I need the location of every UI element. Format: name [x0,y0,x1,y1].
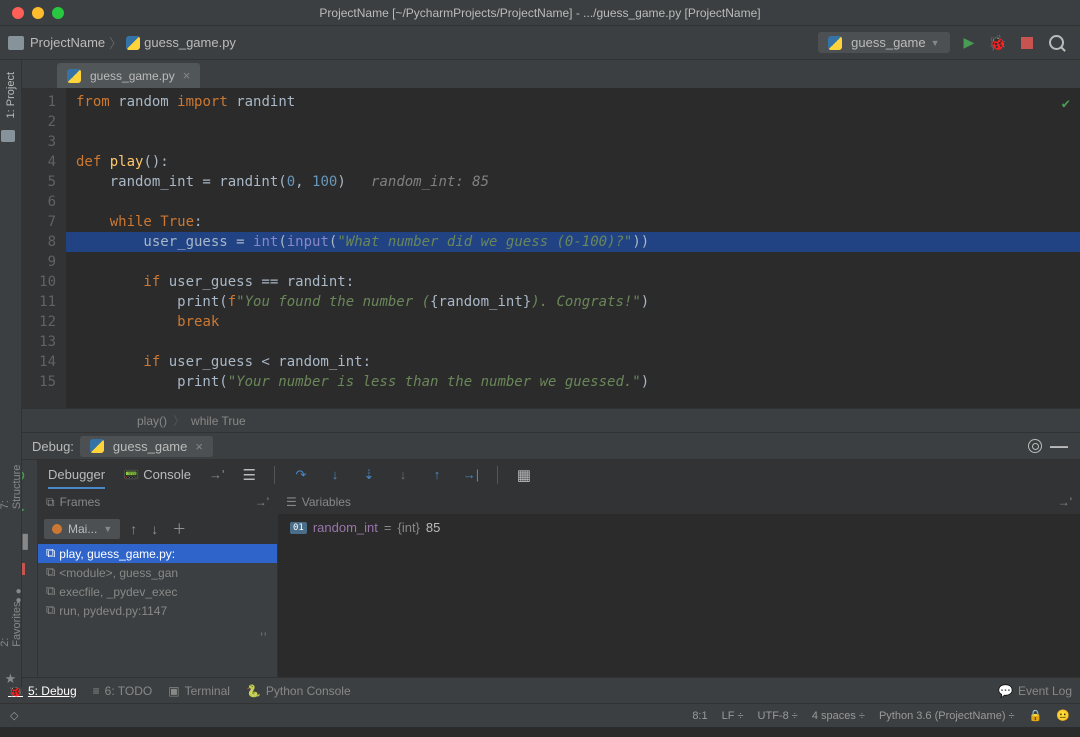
todo-tool-tab[interactable]: ≡6: TODO [93,684,153,698]
run-button[interactable]: ▶ [964,34,975,51]
editor-gutter[interactable]: 1234567 8 9101112131415 [22,88,66,408]
minimize-window-button[interactable] [32,7,44,19]
debugger-toolbar: Debugger 📟Console →' ☰ ↷ ↓ ⇣ ↓ ↑ →| ▦ [38,460,1080,490]
force-step-icon[interactable]: ↓ [395,467,411,483]
window-title: ProjectName [~/PycharmProjects/ProjectNa… [0,6,1080,20]
folder-icon [8,36,24,50]
frames-pane: ⧉ Frames →' Mai... ▼ ↑ ↓ ＋ [38,490,278,677]
frames-stack-icon: ⧉ [46,495,55,510]
crumb-function[interactable]: play() [137,414,167,428]
frame-item[interactable]: ⧉play, guess_game.py: [38,544,277,563]
caret-position[interactable]: 8:1 [692,710,707,722]
editor-tab-label: guess_game.py [90,69,175,83]
lock-icon[interactable]: 🔒 [1029,709,1043,722]
stop-button[interactable] [1021,37,1033,49]
python-console-tab[interactable]: 🐍Python Console [246,684,351,698]
line-separator[interactable]: LF ÷ [722,710,744,722]
thread-name: Mai... [68,522,97,536]
code-lines[interactable]: from random import randint def play(): r… [66,88,1080,408]
debug-button[interactable]: 🐞 [988,34,1007,52]
editor-tabs: guess_game.py × [22,60,1080,88]
folder-tool-icon[interactable] [1,130,15,142]
restore-layout-icon[interactable]: →' [1058,495,1072,509]
view-breakpoints-icon[interactable]: ●● [15,587,21,605]
close-window-button[interactable] [12,7,24,19]
add-frame-icon[interactable]: ＋ [168,517,190,541]
window-controls [12,7,64,19]
frames-toolbar: Mai... ▼ ↑ ↓ ＋ [38,514,277,544]
left-tool-stripe-2: 7: Structure 2: Favorites ★ [0,432,22,687]
run-config-selector[interactable]: guess_game ▼ [818,32,949,53]
variables-label: Variables [302,495,351,509]
thread-selector[interactable]: Mai... ▼ [44,519,120,539]
editor-tab-guess-game[interactable]: guess_game.py × [57,63,200,88]
project-tool-button[interactable]: 1: Project [5,68,17,122]
window-titlebar: ProjectName [~/PycharmProjects/ProjectNa… [0,0,1080,26]
step-into-my-icon[interactable]: ⇣ [361,467,377,483]
frame-item[interactable]: ⧉execfile, _pydev_exec [38,582,277,601]
close-session-icon[interactable]: × [195,439,203,454]
indent-setting[interactable]: 4 spaces ÷ [812,710,865,722]
threads-icon[interactable]: ☰ [242,466,255,484]
left-tool-stripe: 1: Project [0,60,22,432]
breadcrumb-sep: 〉 [109,33,122,52]
prev-frame-icon[interactable]: ↑ [126,519,141,539]
debug-label: Debug: [32,439,74,454]
output-icon[interactable]: →' [209,467,224,482]
python-file-icon [67,69,81,83]
crumb-block[interactable]: while True [191,414,246,428]
status-button-icon[interactable]: ◇ [10,709,18,722]
step-into-icon[interactable]: ↓ [327,467,343,483]
var-type: {int} [397,520,419,535]
breadcrumb-project[interactable]: ProjectName [30,35,105,50]
search-everywhere-icon[interactable] [1049,35,1064,50]
run-to-cursor-icon[interactable]: →| [463,467,479,483]
editor-breadcrumbs[interactable]: play() 〉 while True [22,408,1080,432]
event-log-tab[interactable]: 💬Event Log [998,684,1072,698]
step-out-icon[interactable]: ↑ [429,467,445,483]
python-icon [828,36,842,50]
settings-icon[interactable] [1028,439,1042,453]
python-interpreter[interactable]: Python 3.6 (ProjectName) ÷ [879,710,1015,722]
debug-session-name: guess_game [113,439,187,454]
chevron-down-icon: ▼ [931,38,940,48]
var-type-badge: 01 [290,522,307,534]
frame-item[interactable]: ⧉<module>, guess_gan [38,563,277,582]
code-editor[interactable]: ✔ 1234567 8 9101112131415 from random im… [22,88,1080,408]
breadcrumb-file[interactable]: guess_game.py [144,35,236,50]
frame-item[interactable]: ⧉run, pydevd.py:1147 [38,601,277,620]
debugger-tab[interactable]: Debugger [48,467,105,489]
debug-session-tab[interactable]: guess_game × [80,436,213,457]
zoom-window-button[interactable] [52,7,64,19]
restore-layout-icon[interactable]: →' [255,495,269,509]
variables-pane: ☰ Variables →' 01 random_int = {int} 85 [278,490,1080,677]
frame-list[interactable]: ⧉play, guess_game.py: ⧉<module>, guess_g… [38,544,277,677]
python-icon [90,439,104,453]
terminal-tool-tab[interactable]: ▣Terminal [168,684,230,698]
console-tab[interactable]: 📟Console [123,467,191,483]
var-name: random_int [313,520,378,535]
python-file-icon [126,36,140,50]
hide-tool-icon[interactable]: — [1050,436,1068,457]
status-bar: ◇ 8:1 LF ÷ UTF-8 ÷ 4 spaces ÷ Python 3.6… [0,703,1080,727]
chevron-down-icon: ▼ [103,524,112,534]
variable-row[interactable]: 01 random_int = {int} 85 [278,514,1080,541]
var-value: 85 [426,520,440,535]
variables-header: ☰ Variables →' [278,490,1080,514]
close-tab-icon[interactable]: × [183,68,191,83]
structure-tool-button[interactable]: 7: Structure [0,452,23,513]
navigation-bar: ProjectName 〉 guess_game.py guess_game ▼… [0,26,1080,60]
debug-tool-header: 7: Structure 2: Favorites ★ Debug: guess… [0,432,1080,460]
frames-header: ⧉ Frames →' [38,490,277,514]
next-frame-icon[interactable]: ↓ [147,519,162,539]
vars-icon: ☰ [286,495,297,509]
run-config-name: guess_game [851,35,925,50]
thread-status-icon [52,524,62,534]
evaluate-icon[interactable]: ▦ [516,467,532,483]
step-over-icon[interactable]: ↷ [293,467,309,483]
inspector-icon[interactable]: 😐 [1056,709,1070,722]
file-encoding[interactable]: UTF-8 ÷ [758,710,798,722]
frames-label: Frames [60,495,101,509]
bottom-tool-tabs: 🐞5: Debug ≡6: TODO ▣Terminal 🐍Python Con… [0,677,1080,703]
